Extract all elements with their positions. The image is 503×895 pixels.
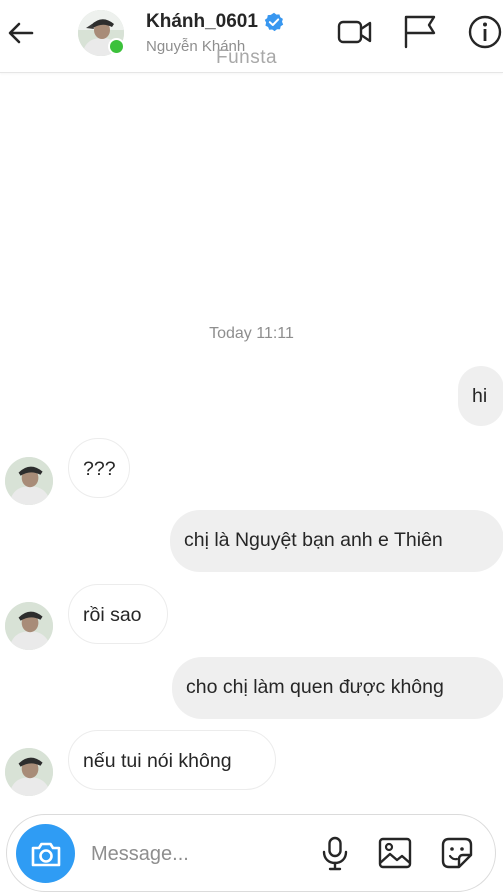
message-input[interactable] [91,839,291,869]
message-text: ??? [83,458,116,480]
voice-message-button[interactable] [317,835,353,871]
sticker-button[interactable] [439,835,475,871]
message-text: chị là Nguyệt bạn anh e Thiên [184,529,443,551]
message-text: cho chị làm quen được không [186,676,444,698]
video-call-icon [337,20,372,44]
message-text: nếu tui nói không [83,750,232,772]
info-button[interactable] [467,14,503,50]
video-call-button[interactable] [337,14,373,50]
info-icon [468,15,502,49]
message-bubble-outgoing[interactable]: cho chị làm quen được không [172,657,503,719]
message-bubble-incoming[interactable]: ??? [68,438,130,498]
sender-avatar [5,602,53,650]
message-text: rồi sao [83,604,142,626]
sender-avatar [5,748,53,796]
gallery-icon [378,837,412,869]
message-bubble-outgoing[interactable]: hi [458,366,503,426]
message-bubble-outgoing[interactable]: chị là Nguyệt bạn anh e Thiên [170,510,503,572]
online-status-dot [108,38,125,55]
back-button[interactable] [6,18,36,48]
message-text: hi [472,385,488,407]
username-text: Khánh_0601 [146,11,258,32]
message-bubble-incoming[interactable]: nếu tui nói không [68,730,276,790]
sticker-icon [441,837,473,869]
chat-header: Khánh_0601 Nguyễn Khánh Funsta [0,0,503,73]
message-timestamp: Today 11:11 [209,325,294,342]
sender-avatar [5,457,53,505]
message-composer [6,814,496,892]
verified-badge-icon [264,12,284,32]
profile-avatar-button[interactable] [78,10,125,56]
gallery-button[interactable] [377,835,413,871]
watermark-text: Funsta [216,47,278,68]
flag-icon [404,15,436,49]
camera-button[interactable] [16,824,75,883]
report-flag-button[interactable] [402,14,438,50]
message-bubble-incoming[interactable]: rồi sao [68,584,168,644]
microphone-icon [322,836,348,871]
camera-icon [31,842,60,866]
arrow-left-icon [8,22,34,44]
chat-username[interactable]: Khánh_0601 [146,11,284,33]
